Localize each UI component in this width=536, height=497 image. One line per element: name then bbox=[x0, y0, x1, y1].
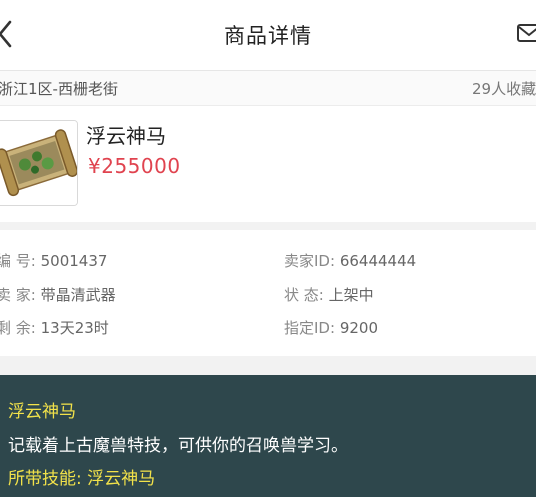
seller-id-label: 卖家ID: bbox=[284, 252, 336, 270]
assigned-id-row: 指定ID: 9200 bbox=[284, 317, 378, 338]
description-text: 记载着上古魔兽特技，可供你的召唤兽学习。 bbox=[8, 436, 348, 456]
message-button[interactable] bbox=[516, 20, 536, 46]
item-thumbnail[interactable] bbox=[0, 120, 78, 206]
seller-id-value: 66444444 bbox=[339, 252, 417, 270]
remaining-row: 剩 余: 13天23时 bbox=[0, 317, 109, 338]
remaining-value: 13天23时 bbox=[40, 319, 109, 337]
status-label: 状 态: bbox=[284, 286, 324, 304]
remaining-label: 剩 余: bbox=[0, 319, 36, 337]
item-description-panel: 浮云神马 记载着上古魔兽特技，可供你的召唤兽学习。 所带技能: 浮云神马 bbox=[0, 375, 536, 497]
item-details: 编 号: 5001437 卖家ID: 66444444 卖 家: 带晶清武器 状… bbox=[0, 230, 536, 356]
skill-value: 浮云神马 bbox=[87, 469, 156, 489]
item-name: 浮云神马 bbox=[86, 124, 166, 148]
scroll-item-icon bbox=[0, 121, 77, 205]
skill-row: 所带技能: 浮云神马 bbox=[8, 464, 155, 489]
item-price: ¥255000 bbox=[88, 154, 181, 178]
server-bar: 浙江1区-西栅老街 29人收藏 bbox=[0, 71, 536, 106]
assigned-id-value: 9200 bbox=[339, 319, 378, 337]
seller-id-row: 卖家ID: 66444444 bbox=[284, 250, 416, 271]
item-card[interactable]: 浮云神马 ¥255000 bbox=[0, 106, 536, 222]
serial-label: 编 号: bbox=[0, 252, 36, 270]
page-title: 商品详情 bbox=[224, 24, 312, 48]
seller-label: 卖 家: bbox=[0, 286, 36, 304]
status-row: 状 态: 上架中 bbox=[284, 284, 374, 305]
seller-value[interactable]: 带晶清武器 bbox=[41, 286, 116, 304]
skill-label: 所带技能: bbox=[8, 469, 82, 489]
status-value: 上架中 bbox=[328, 286, 374, 304]
assigned-id-label: 指定ID: bbox=[284, 319, 336, 337]
envelope-icon bbox=[517, 24, 536, 42]
top-nav-bar: 商品详情 bbox=[0, 0, 536, 71]
serial-row: 编 号: 5001437 bbox=[0, 250, 107, 271]
serial-value: 5001437 bbox=[40, 252, 108, 270]
server-name: 浙江1区-西栅老街 bbox=[0, 80, 118, 98]
favorite-count[interactable]: 29人收藏 bbox=[472, 78, 536, 99]
seller-row: 卖 家: 带晶清武器 bbox=[0, 284, 116, 305]
description-item-name: 浮云神马 bbox=[8, 402, 76, 422]
